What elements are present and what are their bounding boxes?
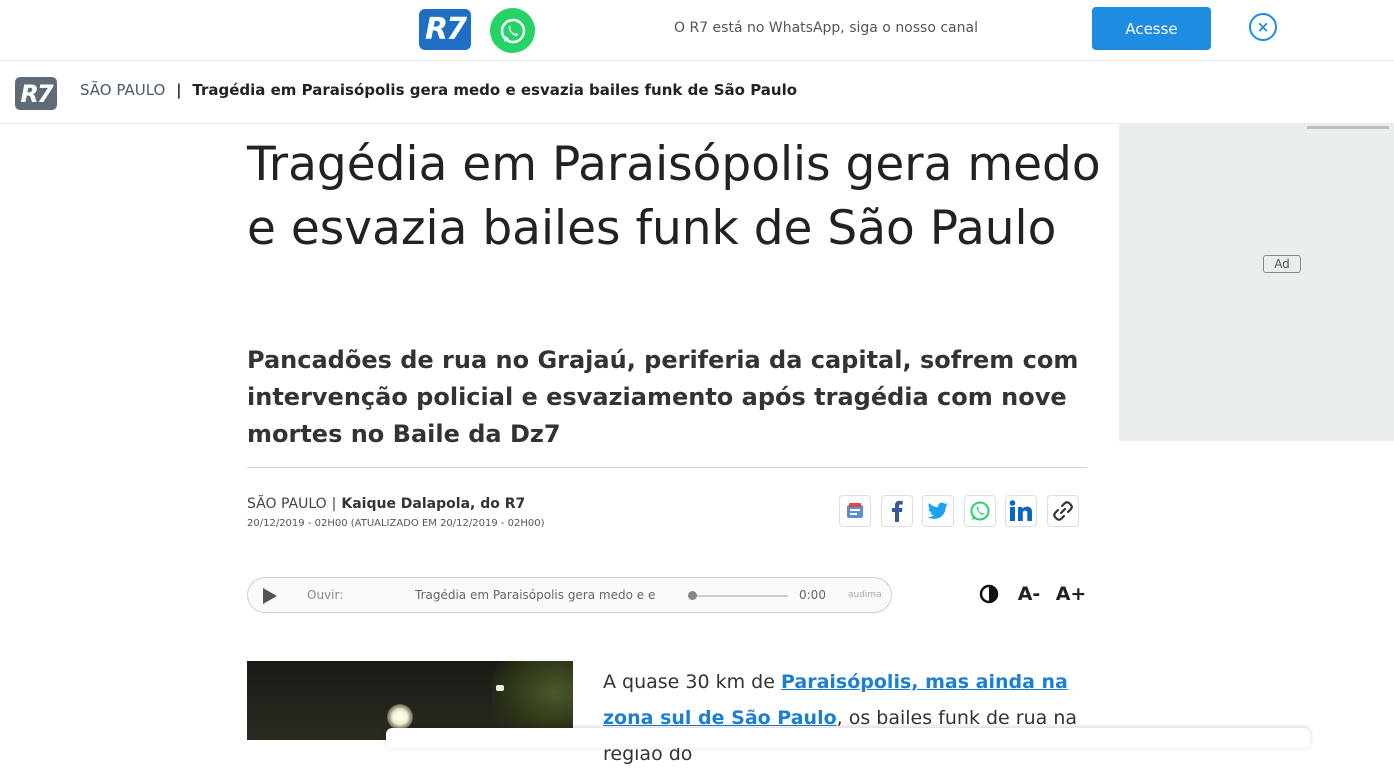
contrast-icon[interactable] (973, 578, 1005, 610)
ad-label: Ad (1263, 255, 1301, 273)
page-title: Tragédia em Paraisópolis gera medo e esv… (247, 137, 1101, 256)
breadcrumb-title: Tragédia em Paraisópolis gera medo e esv… (192, 81, 798, 99)
promo-text: O R7 está no WhatsApp, siga o nosso cana… (674, 20, 978, 36)
facebook-icon[interactable] (881, 495, 913, 527)
increase-font-button[interactable]: A+ (1053, 578, 1089, 610)
breadcrumb-separator: | (176, 81, 182, 99)
divider (247, 467, 1087, 468)
breadcrumb-bar: R7 SÃO PAULO | Tragédia em Paraisópolis … (0, 61, 1394, 124)
byline-separator: | (331, 496, 337, 512)
article-subtitle: Pancadões de rua no Grajaú, periferia da… (247, 346, 1079, 448)
r7-home-logo[interactable]: R7 (15, 77, 57, 110)
progress-handle[interactable] (688, 591, 697, 600)
whatsapp-icon[interactable] (490, 8, 535, 53)
acesse-button[interactable]: Acesse (1092, 7, 1211, 50)
ad-divider (1307, 126, 1389, 129)
breadcrumb: SÃO PAULO | Tragédia em Paraisópolis ger… (80, 81, 797, 99)
publish-date: 20/12/2019 - 02H00 (ATUALIZADO EM 20/12/… (247, 518, 545, 529)
twitter-icon[interactable] (922, 495, 954, 527)
decrease-font-button[interactable]: A- (1012, 578, 1046, 610)
play-icon[interactable] (258, 585, 280, 607)
body-text-start: A quase 30 km de (603, 671, 781, 693)
copy-link-icon[interactable] (1047, 495, 1079, 527)
ad-slot[interactable] (1119, 124, 1394, 441)
r7-logo[interactable]: R7 (419, 9, 471, 50)
byline: SÃO PAULO | Kaique Dalapola, do R7 (247, 496, 525, 512)
article-body: A quase 30 km de Paraisópolis, mas ainda… (603, 664, 1093, 772)
audio-player: Ouvir: Tragédia em Paraisópolis gera med… (247, 577, 892, 613)
close-icon[interactable]: × (1249, 13, 1277, 41)
listen-label: Ouvir: (307, 588, 344, 602)
breadcrumb-section[interactable]: SÃO PAULO (80, 81, 165, 99)
playback-time: 0:00 (799, 588, 826, 602)
image-light (496, 685, 504, 691)
whatsapp-share-icon[interactable] (964, 495, 996, 527)
google-news-icon[interactable] (839, 495, 871, 527)
linkedin-icon[interactable] (1005, 495, 1037, 527)
progress-bar[interactable] (688, 595, 788, 597)
whatsapp-promo-bar: R7 O R7 está no WhatsApp, siga o nosso c… (0, 0, 1394, 61)
track-title: Tragédia em Paraisópolis gera medo e e (415, 588, 655, 602)
byline-section[interactable]: SÃO PAULO (247, 496, 327, 512)
image-moonlight (387, 704, 413, 730)
byline-author: Kaique Dalapola, do R7 (341, 496, 526, 512)
player-brand: audima (848, 590, 882, 600)
bottom-overlay[interactable] (386, 728, 1310, 748)
